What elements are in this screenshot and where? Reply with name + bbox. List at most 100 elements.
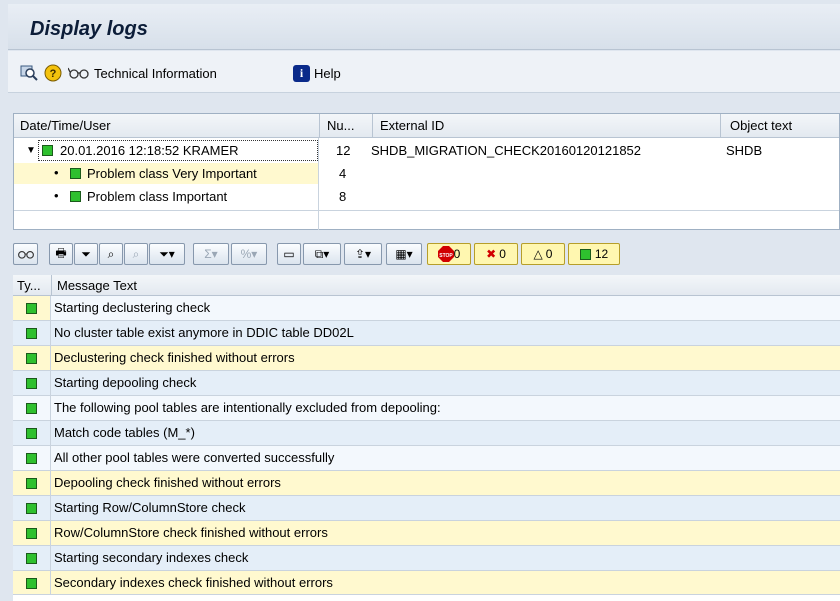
success-icon [26, 402, 37, 414]
success-icon [26, 502, 37, 514]
success-icon [26, 427, 37, 439]
message-text: Row/ColumnStore check finished without e… [54, 525, 328, 540]
info-icon: i [293, 64, 310, 82]
grid-icon: ▦▾ [395, 247, 413, 261]
message-row[interactable]: Match code tables (M_*) [13, 421, 840, 446]
funnel-dropdown-icon: ⏷▾ [159, 246, 175, 261]
export-button[interactable]: ⇪▾ [344, 243, 382, 265]
tree-row-log[interactable]: ▼ 20.01.2016 12:18:52 KRAMER 12 SHDB_MIG… [14, 140, 839, 161]
error-messages-button[interactable]: ✖ 0 [474, 243, 518, 265]
child-label: Problem class Very Important [87, 166, 257, 181]
find-next-button[interactable]: ⌕ [124, 243, 148, 265]
message-grid: Ty... Message Text Starting declustering… [13, 275, 840, 601]
filter-button[interactable]: ⏷ [74, 243, 98, 265]
technical-details-button[interactable] [13, 243, 38, 265]
log-status [42, 143, 53, 158]
export-icon: ⇪▾ [354, 247, 372, 261]
message-text: The following pool tables are intentiona… [54, 400, 441, 415]
success-icon [26, 377, 37, 389]
success-messages-button[interactable]: 12 [568, 243, 620, 265]
sum-button[interactable]: Σ▾ [193, 243, 229, 265]
print-preview-button[interactable]: ▭ [277, 243, 301, 265]
magnifier-icon [20, 65, 38, 81]
message-text: Starting depooling check [54, 375, 197, 390]
success-icon [70, 168, 81, 179]
tree-row-child[interactable]: • Problem class Important [14, 186, 318, 207]
grid-header: Ty... Message Text [13, 275, 840, 296]
success-count: 12 [594, 247, 609, 261]
child-label: Problem class Important [87, 189, 228, 204]
stop-icon: STOP [437, 246, 454, 262]
help-button[interactable]: i Help [293, 63, 341, 83]
warning-messages-button[interactable]: △ 0 [521, 243, 565, 265]
expand-arrow-icon[interactable]: ▼ [26, 145, 36, 156]
message-row[interactable]: Declustering check finished without erro… [13, 346, 840, 371]
success-icon [42, 145, 53, 156]
glasses-icon [68, 67, 89, 79]
success-icon [26, 527, 37, 539]
message-row[interactable]: Starting declustering check [13, 296, 840, 321]
message-row[interactable]: Depooling check finished without errors [13, 471, 840, 496]
stop-messages-button[interactable]: STOP 0 [427, 243, 471, 265]
col-header-datetime[interactable]: Date/Time/User [20, 118, 111, 133]
message-toolbar: 🖶 ⏷ ⌕ ⌕ ⏷▾ Σ▾ %▾ ▭ ⧉▾ ⇪▾ ▦▾ STOP 0 ✖ 0 △… [13, 238, 840, 272]
message-row[interactable]: Starting secondary indexes check [13, 546, 840, 571]
technical-information-label: Technical Information [94, 65, 217, 81]
message-text: All other pool tables were converted suc… [54, 450, 335, 465]
question-button[interactable]: ? [44, 63, 62, 83]
success-icon [26, 552, 37, 564]
success-icon [579, 248, 591, 260]
col-header-external-id[interactable]: External ID [380, 118, 444, 133]
child-number: 4 [339, 166, 347, 181]
bullet-icon: • [54, 188, 59, 203]
message-text: Declustering check finished without erro… [54, 350, 295, 365]
subtotal-icon: %▾ [240, 247, 258, 261]
message-row[interactable]: No cluster table exist anymore in DDIC t… [13, 321, 840, 346]
subtotal-button[interactable]: %▾ [231, 243, 267, 265]
message-row[interactable]: Row/ColumnStore check finished without e… [13, 521, 840, 546]
message-text: Starting secondary indexes check [54, 550, 249, 565]
success-icon [70, 191, 81, 202]
log-tree: Date/Time/User Nu... External ID Object … [13, 113, 840, 230]
print-button[interactable]: 🖶 [49, 243, 73, 265]
technical-information-button[interactable]: Technical Information [68, 63, 217, 83]
message-row[interactable]: Starting Row/ColumnStore check [13, 496, 840, 521]
message-row[interactable]: All other pool tables were converted suc… [13, 446, 840, 471]
error-count: 0 [499, 247, 506, 261]
stop-count: 0 [453, 247, 461, 261]
tree-row-child[interactable]: • Problem class Very Important [14, 163, 318, 184]
message-row[interactable]: Secondary indexes check finished without… [13, 571, 840, 595]
detail-view-button[interactable] [20, 63, 38, 83]
message-row[interactable]: Starting depooling check [13, 371, 840, 396]
binoculars-icon: ⌕ [107, 246, 115, 261]
page-title: Display logs [30, 18, 148, 40]
col-header-number[interactable]: Nu... [327, 118, 354, 133]
sigma-icon: Σ▾ [204, 247, 218, 261]
views-button[interactable]: ⧉▾ [303, 243, 341, 265]
col-header-type[interactable]: Ty... [17, 278, 41, 293]
success-icon [26, 452, 37, 464]
svg-text:STOP: STOP [439, 253, 453, 259]
col-header-message-text[interactable]: Message Text [57, 278, 137, 293]
svg-text:?: ? [50, 68, 57, 80]
success-icon [26, 352, 37, 364]
col-header-object-text[interactable]: Object text [730, 118, 792, 133]
title-bar: Display logs [8, 4, 840, 50]
error-icon: ✖ [486, 247, 497, 261]
views-icon: ⧉▾ [314, 246, 330, 261]
warning-icon: △ [533, 247, 543, 261]
binoculars-next-icon: ⌕ [132, 246, 140, 261]
set-filter-button[interactable]: ⏷▾ [149, 243, 185, 265]
log-number: 12 [336, 143, 351, 158]
message-text: Match code tables (M_*) [54, 425, 195, 440]
glasses-icon [17, 250, 34, 259]
child-number: 8 [339, 189, 347, 204]
question-icon: ? [44, 64, 62, 82]
message-row[interactable]: The following pool tables are intentiona… [13, 396, 840, 421]
log-datetime-user: 20.01.2016 12:18:52 KRAMER [60, 143, 239, 158]
find-button[interactable]: ⌕ [99, 243, 123, 265]
help-label: Help [314, 65, 341, 81]
layout-button[interactable]: ▦▾ [386, 243, 422, 265]
message-text: Depooling check finished without errors [54, 475, 281, 490]
bullet-icon: • [54, 165, 59, 180]
